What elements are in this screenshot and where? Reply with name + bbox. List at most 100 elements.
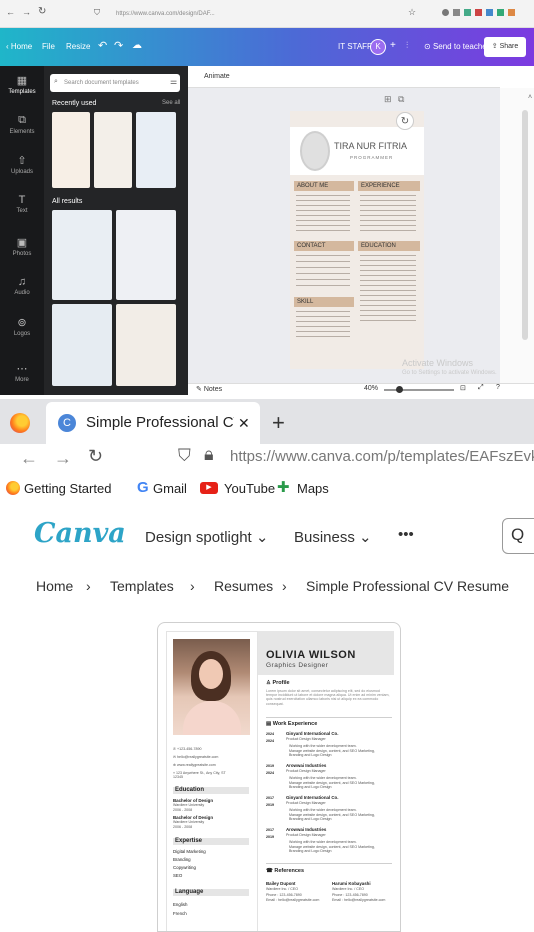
template-thumb[interactable] bbox=[116, 304, 176, 386]
breadcrumb: Home › Templates › Resumes › Simple Prof… bbox=[0, 572, 534, 614]
back-icon[interactable]: ← bbox=[20, 448, 38, 469]
firefox-icon[interactable] bbox=[10, 413, 30, 433]
audio-icon: ♫ bbox=[17, 276, 27, 288]
cv-contact-text bbox=[296, 255, 350, 291]
job-end: 2019 bbox=[266, 835, 274, 839]
shield-icon: ⛉ bbox=[178, 446, 191, 465]
rail-logos[interactable]: ⊚ Logos bbox=[0, 316, 44, 337]
collapse-icon[interactable]: ˄ bbox=[528, 94, 532, 101]
chevron-right-icon: › bbox=[190, 578, 195, 594]
briefcase-icon: ▤ bbox=[266, 721, 272, 727]
template-thumb[interactable] bbox=[94, 112, 132, 188]
cloud-icon: ☁ bbox=[132, 40, 142, 51]
back-icon[interactable]: ← bbox=[6, 7, 15, 17]
team-name: IT STAFF bbox=[338, 42, 372, 51]
rail-more[interactable]: ⋯ More bbox=[0, 362, 44, 383]
activate-windows-title: Activate Windows bbox=[402, 358, 474, 368]
forward-icon[interactable]: → bbox=[54, 448, 72, 469]
search-input[interactable]: Q bbox=[502, 518, 534, 554]
chevron-right-icon: › bbox=[86, 578, 91, 594]
language-heading: Language bbox=[173, 889, 249, 896]
user-icon: ♙ bbox=[266, 680, 271, 686]
tab-canva-template[interactable]: C Simple Professional CV Resume ✕ bbox=[46, 402, 260, 444]
file-button[interactable]: File bbox=[42, 42, 55, 51]
rail-uploads[interactable]: ⇧ Uploads bbox=[0, 154, 44, 175]
vertical-scrollbar[interactable] bbox=[522, 110, 528, 340]
more-menu-icon[interactable]: ••• bbox=[398, 526, 414, 543]
job-bullet: Working with the wider development team. bbox=[289, 744, 357, 748]
url-field[interactable]: https://www.canva.com/p/templates/EAFszE… bbox=[230, 448, 534, 465]
resume-preview[interactable]: OLIVIA WILSON Graphics Designer ✆ +123-4… bbox=[157, 622, 401, 932]
fullscreen-icon[interactable]: ⤢ bbox=[478, 384, 484, 392]
template-thumb[interactable] bbox=[136, 112, 176, 188]
template-thumb[interactable] bbox=[52, 210, 112, 300]
close-tab-icon[interactable]: ✕ bbox=[238, 402, 250, 444]
rail-photos[interactable]: ▣ Photos bbox=[0, 236, 44, 257]
new-tab-button[interactable]: + bbox=[272, 410, 285, 436]
rail-text[interactable]: T Text bbox=[0, 194, 44, 214]
template-search-input[interactable]: Search document templates bbox=[50, 74, 180, 92]
language-item: French bbox=[173, 911, 187, 916]
bookmark-youtube[interactable]: YouTube bbox=[224, 481, 275, 496]
bookmarks-bar: Getting Started G Gmail ▶ YouTube ✚ Maps bbox=[0, 476, 534, 506]
template-thumb[interactable] bbox=[116, 210, 176, 300]
canva-logo[interactable]: Canva bbox=[34, 518, 126, 549]
chart-icon[interactable]: ⫶ bbox=[406, 40, 408, 51]
template-thumb[interactable] bbox=[52, 112, 90, 188]
home-button[interactable]: ‹ Home bbox=[6, 42, 32, 51]
avatar[interactable]: K bbox=[370, 39, 386, 55]
tab-title: Simple Professional CV Resume bbox=[86, 414, 234, 431]
nav-design-spotlight[interactable]: Design spotlight ⌄ bbox=[145, 528, 268, 546]
template-thumb[interactable] bbox=[52, 304, 112, 386]
job-bullet: Manage website design, content, and SEO … bbox=[289, 781, 375, 790]
zoom-slider[interactable] bbox=[384, 389, 454, 391]
bookmark-gmail[interactable]: Gmail bbox=[153, 481, 187, 496]
forward-icon[interactable]: → bbox=[22, 7, 31, 17]
star-icon[interactable]: ☆ bbox=[408, 7, 416, 18]
canva-editor-screenshot: ← → ↻ ⛉ https://www.canva.com/design/DAF… bbox=[0, 0, 534, 395]
breadcrumb-home[interactable]: Home bbox=[36, 578, 73, 594]
notes-button[interactable]: ✎ Notes bbox=[196, 385, 222, 393]
filter-icon[interactable]: ⚌ bbox=[170, 77, 177, 86]
refresh-icon[interactable]: ↻ bbox=[396, 112, 414, 130]
editor-url[interactable]: https://www.canva.com/design/DAF... bbox=[116, 7, 396, 21]
resize-button[interactable]: Resize bbox=[66, 42, 90, 51]
job-start: 2017 bbox=[266, 796, 274, 800]
rail-elements[interactable]: ⧉ Elements bbox=[0, 114, 44, 135]
reload-icon[interactable]: ↻ bbox=[38, 6, 46, 17]
reload-icon[interactable]: ↻ bbox=[88, 446, 103, 467]
zoom-slider-knob[interactable] bbox=[396, 386, 403, 393]
help-icon[interactable]: ? bbox=[496, 384, 500, 391]
rail-audio[interactable]: ♫ Audio bbox=[0, 276, 44, 296]
reference-name: Bailey Dupont bbox=[266, 881, 296, 886]
cv-skill-heading: SKILL bbox=[294, 297, 354, 307]
all-results-label: All results bbox=[52, 198, 83, 205]
send-to-teacher-button[interactable]: ⊙ Send to teacher bbox=[424, 42, 489, 51]
job-company: Arowwai Industries bbox=[286, 827, 327, 832]
share-button[interactable]: ⇪ Share bbox=[484, 37, 526, 57]
rail-templates[interactable]: ▦ Templates bbox=[0, 74, 44, 95]
add-person-icon[interactable]: + bbox=[390, 40, 396, 51]
lock-icon[interactable]: ⊞ bbox=[384, 94, 392, 105]
activate-windows-subtitle: Go to Settings to activate Windows. bbox=[402, 370, 497, 376]
cv-photo bbox=[300, 131, 330, 171]
breadcrumb-templates[interactable]: Templates bbox=[110, 578, 174, 594]
bookmark-getting-started[interactable]: Getting Started bbox=[24, 481, 111, 496]
cv-page[interactable]: TIRA NUR FITRIA PROGRAMMER ABOUT ME EXPE… bbox=[290, 111, 424, 369]
bookmark-maps[interactable]: Maps bbox=[297, 481, 329, 496]
redo-icon[interactable]: ↷ bbox=[114, 39, 123, 52]
chevron-down-icon: ⌄ bbox=[359, 529, 372, 546]
see-all-link[interactable]: See all bbox=[162, 100, 180, 106]
editor-toolbar: ‹ Home File Resize ↶ ↷ ☁ IT STAFF K + ⫶ … bbox=[0, 28, 534, 66]
shield-icon: ⛉ bbox=[94, 8, 100, 17]
job-role: Product Design Manager bbox=[286, 801, 326, 805]
nav-business[interactable]: Business ⌄ bbox=[294, 528, 372, 546]
animate-button[interactable]: Animate bbox=[204, 73, 230, 80]
cv-about-text bbox=[296, 195, 350, 235]
job-role: Product Design Manager bbox=[286, 833, 326, 837]
job-company: Arowwai Industries bbox=[286, 763, 327, 768]
page-count-icon[interactable]: ⊡ bbox=[460, 384, 466, 392]
undo-icon[interactable]: ↶ bbox=[98, 39, 107, 52]
duplicate-icon[interactable]: ⧉ bbox=[398, 94, 404, 105]
breadcrumb-resumes[interactable]: Resumes bbox=[214, 578, 273, 594]
